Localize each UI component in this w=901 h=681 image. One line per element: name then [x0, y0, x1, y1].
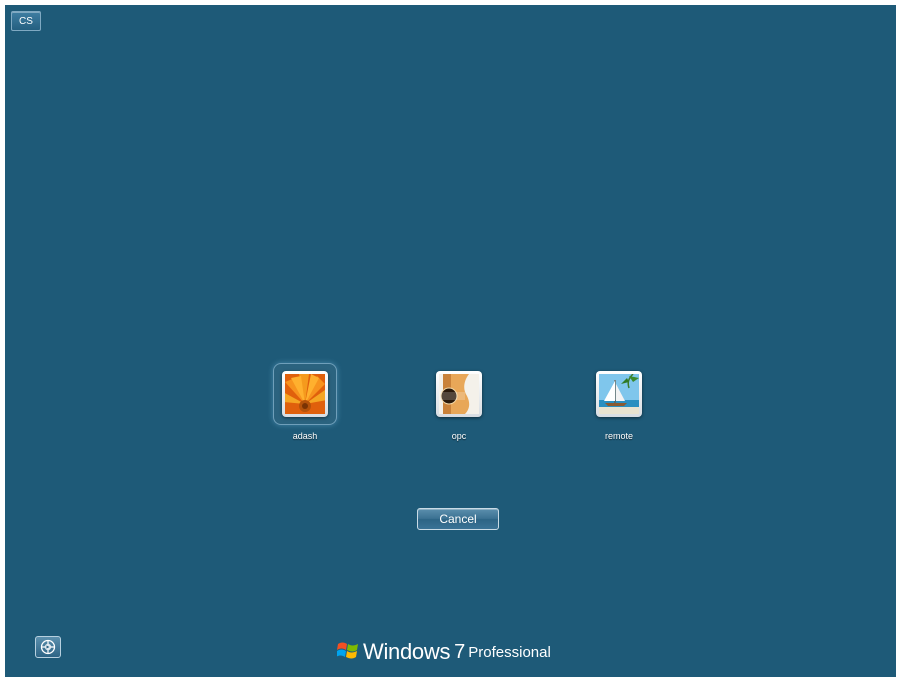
cancel-button[interactable]: Cancel: [417, 508, 499, 530]
guitar-icon: [439, 374, 479, 414]
brand-windows-text: Windows: [363, 639, 451, 664]
ease-of-access-icon: [40, 639, 56, 655]
user-tile-selection-frame: [587, 363, 651, 425]
language-indicator[interactable]: CS: [11, 11, 41, 31]
sailboat-icon: [599, 374, 639, 414]
windows-branding: Windows 7 Professional: [337, 636, 551, 664]
user-picture-frame: [596, 371, 642, 417]
user-name: opc: [451, 431, 467, 441]
orange-flower-icon: [285, 374, 325, 414]
user-tile-opc[interactable]: opc: [419, 363, 499, 453]
brand-edition-text: Professional: [468, 644, 551, 661]
user-picture-frame: [436, 371, 482, 417]
user-picture-frame: [282, 371, 328, 417]
user-tile-selection-frame: [427, 363, 491, 425]
brand-version-text: 7: [454, 641, 466, 663]
ease-of-access-button[interactable]: [35, 636, 61, 658]
user-name: adash: [292, 431, 318, 441]
user-tile-remote[interactable]: remote: [579, 363, 659, 453]
logon-screen: CS adash opc remote Cancel Windows 7 Pro…: [5, 5, 896, 677]
user-tile-adash[interactable]: adash: [265, 363, 345, 453]
windows-logo-icon: [337, 642, 358, 659]
user-tile-selection-frame: [273, 363, 337, 425]
user-name: remote: [604, 431, 633, 441]
